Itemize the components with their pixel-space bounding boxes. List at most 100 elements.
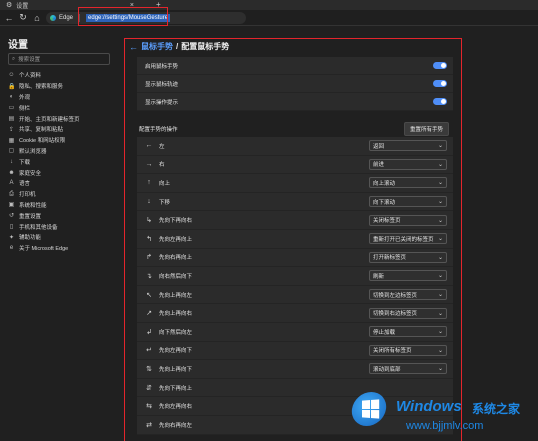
sidebar-item-reset[interactable]: ↺ 重置设置: [8, 210, 116, 221]
gesture-action-select[interactable]: 向下滚动 ⌄: [369, 196, 447, 208]
show-trail-toggle[interactable]: [433, 80, 447, 87]
gesture-name: 先向上再向左: [159, 292, 193, 299]
arrow-right-left-icon: ⇄: [146, 421, 152, 429]
back-arrow-icon[interactable]: ←: [129, 42, 138, 52]
edge-brand: Edge: [50, 15, 73, 21]
gesture-action-select[interactable]: 关闭标签页 ⌄: [369, 214, 447, 226]
arrow-right-up-icon: ↱: [146, 254, 152, 262]
reset-icon: ↺: [8, 213, 15, 220]
selected-action: 关闭标签页: [373, 218, 401, 225]
sidebar-item-system[interactable]: ▣ 系统和性能: [8, 200, 116, 211]
sidebar-item-family[interactable]: ☻ 家庭安全: [8, 167, 116, 178]
arrow-up-left-icon: ↖: [146, 291, 152, 299]
chevron-down-icon: ⌄: [437, 161, 443, 168]
gesture-row: ⇅ 先向上再向下 滚动到底部 ⌄: [137, 360, 453, 379]
sidebar-item-label: 侧栏: [19, 105, 31, 112]
sidebar-item-label: 打印机: [19, 192, 36, 199]
url-highlight-box: [78, 7, 168, 26]
gesture-row: ↱ 先向右再向上 打开新标签页 ⌄: [137, 249, 453, 268]
family-icon: ☻: [8, 169, 15, 176]
arrow-right-icon: →: [145, 160, 153, 168]
share-icon: ⇪: [8, 126, 15, 133]
selected-action: 停止加载: [373, 329, 396, 336]
sidebar-item-label: 系统和性能: [19, 202, 47, 209]
settings-sidebar: 设置 ⌕ 搜索设置 ☺ 个人资料 🔒 隐私、搜索和服务 ◐ 外观 ▭ 侧栏 ▤ 开始、主页…: [0, 27, 118, 441]
sidebar-item-label: 关于 Microsoft Edge: [19, 246, 69, 253]
arrow-down-icon: ↓: [147, 198, 151, 206]
sidebar-item-downloads[interactable]: ↓ 下载: [8, 156, 116, 167]
sidebar-item-cookies[interactable]: ▦ Cookie 和网站权限: [8, 135, 116, 146]
chevron-down-icon: ⌄: [437, 254, 443, 261]
gesture-name: 右: [159, 162, 165, 169]
toggles-card: 启用鼠标手势 显示鼠标轨迹 显示操作提示: [137, 57, 453, 111]
chevron-down-icon: ⌄: [437, 329, 443, 336]
refresh-button[interactable]: ↻: [18, 11, 28, 25]
gesture-name: 先向下再向右: [159, 218, 193, 225]
sidebar-menu: ☺ 个人资料 🔒 隐私、搜索和服务 ◐ 外观 ▭ 侧栏 ▤ 开始、主页和新建标签页 ⇪ 共享…: [8, 70, 116, 254]
enable-gesture-toggle[interactable]: [433, 62, 447, 69]
sidebar-item-start-home[interactable]: ▤ 开始、主页和新建标签页: [8, 113, 116, 124]
gesture-name: 先向左再向右: [159, 404, 193, 411]
sidebar-item-default-browser[interactable]: ▢ 默认浏览器: [8, 146, 116, 157]
sidebar-icon: ▭: [8, 105, 15, 112]
cookie-icon: ▦: [8, 137, 15, 144]
gesture-action-select[interactable]: 切换到右边标签页 ⌄: [369, 307, 447, 319]
chevron-down-icon: ⌄: [437, 217, 443, 224]
gesture-action-select[interactable]: 重新打开已关闭的标签页 ⌄: [369, 233, 447, 245]
reset-all-gestures-button[interactable]: 重置所有手势: [403, 122, 449, 136]
toggle-row-enable: 启用鼠标手势: [137, 57, 453, 75]
language-icon: A: [9, 180, 14, 187]
selected-action: 切换到左边标签页: [373, 292, 418, 299]
edge-logo-icon: [50, 15, 56, 21]
back-button[interactable]: ←: [4, 11, 14, 25]
arrow-down-up-icon: ⇵: [146, 384, 152, 392]
gesture-name: 先向右再向左: [159, 422, 193, 429]
gesture-action-select[interactable]: 切换到左边标签页 ⌄: [369, 289, 447, 301]
chevron-down-icon: ⌄: [437, 236, 443, 243]
arrow-left-down-icon: ↵: [146, 347, 152, 355]
sidebar-item-share[interactable]: ⇪ 共享、复制和粘贴: [8, 124, 116, 135]
chevron-down-icon: ⌄: [437, 366, 443, 373]
gesture-action-select[interactable]: 刷新 ⌄: [369, 270, 447, 282]
gesture-action-select[interactable]: 返回 ⌄: [369, 140, 447, 152]
breadcrumb: ← 鼠标手势 / 配置鼠标手势: [129, 41, 229, 52]
gesture-row: ↳ 先向下再向右 关闭标签页 ⌄: [137, 211, 453, 230]
sidebar-item-sidebar[interactable]: ▭ 侧栏: [8, 102, 116, 113]
sidebar-item-profiles[interactable]: ☺ 个人资料: [8, 70, 116, 81]
search-input[interactable]: ⌕ 搜索设置: [8, 53, 110, 65]
watermark-url: www.bjjmlv.com: [406, 420, 484, 432]
show-hint-toggle[interactable]: [433, 98, 447, 105]
sidebar-item-phone[interactable]: ▯ 手机和其他设备: [8, 221, 116, 232]
gesture-name: 先向上再向右: [159, 311, 193, 318]
gesture-action-select[interactable]: 滚动到底部 ⌄: [369, 363, 447, 375]
sidebar-item-label: Cookie 和网站权限: [19, 138, 66, 145]
arrow-left-right-icon: ⇆: [146, 403, 152, 411]
gesture-action-select[interactable]: 停止加载 ⌄: [369, 326, 447, 338]
sidebar-title: 设置: [8, 40, 28, 51]
accessibility-icon: ✦: [8, 234, 15, 241]
gesture-row: ↗ 先向上再向右 切换到右边标签页 ⌄: [137, 304, 453, 323]
gesture-name: 向右然后向下: [159, 273, 193, 280]
arrow-up-down-icon: ⇅: [146, 365, 152, 373]
sidebar-item-about[interactable]: e 关于 Microsoft Edge: [8, 243, 116, 254]
breadcrumb-parent[interactable]: 鼠标手势: [141, 41, 173, 52]
gesture-row: ↖ 先向上再向左 切换到左边标签页 ⌄: [137, 286, 453, 305]
gesture-name: 向上: [159, 180, 171, 187]
sidebar-item-privacy[interactable]: 🔒 隐私、搜索和服务: [8, 81, 116, 92]
gesture-action-select[interactable]: 前进 ⌄: [369, 158, 447, 170]
arrow-down-right-icon: ↳: [146, 217, 152, 225]
sidebar-item-accessibility[interactable]: ✦ 辅助功能: [8, 232, 116, 243]
gesture-action-select[interactable]: 打开新标签页 ⌄: [369, 251, 447, 263]
arrow-left-icon: ←: [145, 142, 153, 150]
sidebar-item-appearance[interactable]: ◐ 外观: [8, 92, 116, 103]
selected-action: 重新打开已关闭的标签页: [373, 236, 434, 243]
gesture-action-select[interactable]: 关闭所有标签页 ⌄: [369, 344, 447, 356]
home-button[interactable]: ⌂: [32, 11, 42, 25]
sidebar-item-languages[interactable]: A 语言: [8, 178, 116, 189]
gesture-action-select[interactable]: 向上滚动 ⌄: [369, 177, 447, 189]
arrow-up-right-icon: ↗: [146, 310, 152, 318]
printer-icon: ⎙: [9, 190, 14, 197]
selected-action: 打开新标签页: [373, 255, 407, 262]
sidebar-item-printers[interactable]: ⎙ 打印机: [8, 189, 116, 200]
download-icon: ↓: [10, 158, 13, 165]
